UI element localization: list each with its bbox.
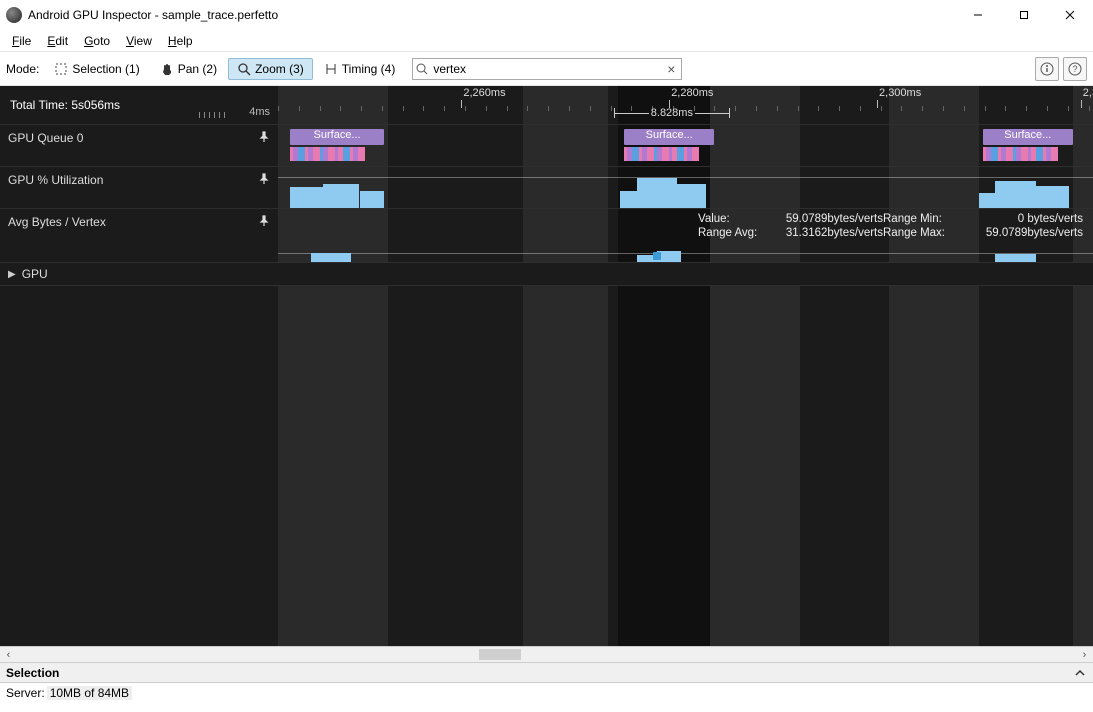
- util-bar[interactable]: [620, 191, 636, 208]
- scroll-right-button[interactable]: ›: [1076, 649, 1093, 661]
- mode-timing-label: Timing (4): [342, 62, 396, 76]
- status-server-label: Server:: [6, 686, 45, 700]
- timing-icon: [324, 62, 338, 76]
- util-bar[interactable]: [995, 181, 1036, 208]
- search-box[interactable]: ×: [412, 58, 682, 80]
- tooltip-rangemax-label: Range Max:: [883, 227, 963, 239]
- menu-goto[interactable]: Goto: [76, 32, 118, 50]
- hover-tooltip: Value: 59.0789bytes/verts Range Min: 0 b…: [698, 213, 1083, 239]
- util-bar[interactable]: [677, 184, 706, 208]
- surface-block[interactable]: Surface...: [983, 129, 1073, 145]
- mode-zoom-button[interactable]: Zoom (3): [228, 58, 313, 80]
- mode-label: Mode:: [6, 62, 39, 76]
- track-gpu-queue-lane[interactable]: Surface... Surface... Surface...: [278, 125, 1093, 166]
- timeline-empty-area[interactable]: [0, 286, 1093, 646]
- mode-timing-button[interactable]: Timing (4): [315, 58, 405, 80]
- track-gpu-util: GPU % Utilization: [0, 166, 1093, 208]
- menu-help[interactable]: Help: [160, 32, 201, 50]
- titlebar: Android GPU Inspector - sample_trace.per…: [0, 0, 1093, 30]
- util-bar[interactable]: [1036, 186, 1069, 208]
- pin-icon[interactable]: [258, 131, 270, 143]
- zoom-icon: [237, 62, 251, 76]
- tooltip-rangemin: 0 bytes/verts: [963, 213, 1083, 225]
- util-bar[interactable]: [979, 193, 995, 208]
- util-bar[interactable]: [290, 187, 323, 208]
- util-bar[interactable]: [637, 178, 678, 208]
- menu-file-rest: ile: [19, 34, 31, 48]
- mode-selection-button[interactable]: Selection (1): [45, 58, 148, 80]
- caret-right-icon: ▶: [8, 269, 16, 280]
- track-avg-bytes: Avg Bytes / Vertex Value: 59.0789bytes/v…: [0, 208, 1093, 262]
- app-icon: [6, 7, 22, 23]
- track-gpu-util-label: GPU % Utilization: [8, 173, 103, 187]
- menu-edit[interactable]: Edit: [39, 32, 76, 50]
- timeline-view[interactable]: Total Time: 5s056ms 4ms 2,260ms2,280ms2,…: [0, 86, 1093, 646]
- surface-block[interactable]: Surface...: [624, 129, 714, 145]
- total-time-label: Total Time: 5s056ms: [10, 98, 120, 112]
- minimize-button[interactable]: [955, 0, 1001, 30]
- scroll-track[interactable]: [17, 647, 1076, 662]
- tooltip-rangemax: 59.0789bytes/verts: [963, 227, 1083, 239]
- total-time-cell: Total Time: 5s056ms 4ms: [0, 86, 278, 124]
- mode-zoom-label: Zoom (3): [255, 62, 304, 76]
- tooltip-value-label: Value:: [698, 213, 768, 225]
- hover-marker: [653, 252, 661, 260]
- range-indicator: 8.828ms: [614, 107, 730, 119]
- tooltip-rangemin-label: Range Min:: [883, 213, 963, 225]
- selection-panel-title: Selection: [6, 666, 59, 680]
- mode-pan-button[interactable]: Pan (2): [151, 58, 226, 80]
- search-icon: [415, 62, 429, 76]
- mode-pan-label: Pan (2): [178, 62, 217, 76]
- tooltip-value: 59.0789bytes/verts: [768, 213, 883, 225]
- surface-barcode[interactable]: [983, 147, 1073, 161]
- track-group-gpu[interactable]: ▶ GPU: [0, 262, 1093, 286]
- timescale[interactable]: 2,260ms2,280ms2,300ms2,328.828ms: [278, 86, 1093, 124]
- status-bar: Server: 10MB of 84MB: [0, 683, 1093, 703]
- menubar: File Edit Goto View Help: [0, 30, 1093, 52]
- menu-view[interactable]: View: [118, 32, 160, 50]
- pin-icon[interactable]: [258, 173, 270, 185]
- horizontal-scrollbar[interactable]: ‹ ›: [0, 646, 1093, 663]
- selection-icon: [54, 62, 68, 76]
- mode-selection-label: Selection (1): [72, 62, 139, 76]
- selection-panel-header[interactable]: Selection: [0, 663, 1093, 683]
- maximize-button[interactable]: [1001, 0, 1047, 30]
- window-controls: [955, 0, 1093, 30]
- hand-icon: [160, 62, 174, 76]
- tooltip-rangeavg: 31.3162bytes/verts: [768, 227, 883, 239]
- track-avg-bytes-lane[interactable]: Value: 59.0789bytes/verts Range Min: 0 b…: [278, 209, 1093, 262]
- track-group-gpu-label: GPU: [22, 267, 48, 281]
- avg-bytes-bar[interactable]: [995, 254, 1036, 262]
- search-input[interactable]: [429, 62, 663, 76]
- track-avg-bytes-label: Avg Bytes / Vertex: [8, 215, 106, 229]
- status-server-value: 10MB of 84MB: [47, 686, 132, 700]
- util-bar[interactable]: [323, 184, 360, 208]
- chevron-up-icon[interactable]: [1073, 666, 1087, 680]
- surface-barcode[interactable]: [624, 147, 714, 161]
- close-button[interactable]: [1047, 0, 1093, 30]
- surface-barcode[interactable]: [290, 147, 384, 161]
- toolbar: Mode: Selection (1) Pan (2) Zoom (3) Tim…: [0, 52, 1093, 86]
- surface-block[interactable]: Surface...: [290, 129, 384, 145]
- pin-icon[interactable]: [258, 215, 270, 227]
- scroll-thumb[interactable]: [479, 649, 521, 660]
- util-bar[interactable]: [360, 191, 384, 208]
- track-gpu-queue: GPU Queue 0 Surface...Surface...Surface.…: [0, 124, 1093, 166]
- clear-search-button[interactable]: ×: [663, 61, 679, 77]
- info-button[interactable]: [1035, 57, 1059, 81]
- mini-ruler-label: 4ms: [249, 106, 270, 118]
- window-title: Android GPU Inspector - sample_trace.per…: [28, 8, 278, 22]
- svg-text:?: ?: [1072, 64, 1077, 74]
- mini-ruler: 4ms: [199, 106, 270, 118]
- tooltip-rangeavg-label: Range Avg:: [698, 227, 768, 239]
- track-gpu-util-lane[interactable]: [278, 167, 1093, 208]
- help-button[interactable]: ?: [1063, 57, 1087, 81]
- timeline-header: Total Time: 5s056ms 4ms 2,260ms2,280ms2,…: [0, 86, 1093, 124]
- menu-file[interactable]: File: [4, 32, 39, 50]
- track-gpu-queue-label: GPU Queue 0: [8, 131, 83, 145]
- avg-bytes-bar[interactable]: [311, 253, 352, 263]
- scroll-left-button[interactable]: ‹: [0, 649, 17, 661]
